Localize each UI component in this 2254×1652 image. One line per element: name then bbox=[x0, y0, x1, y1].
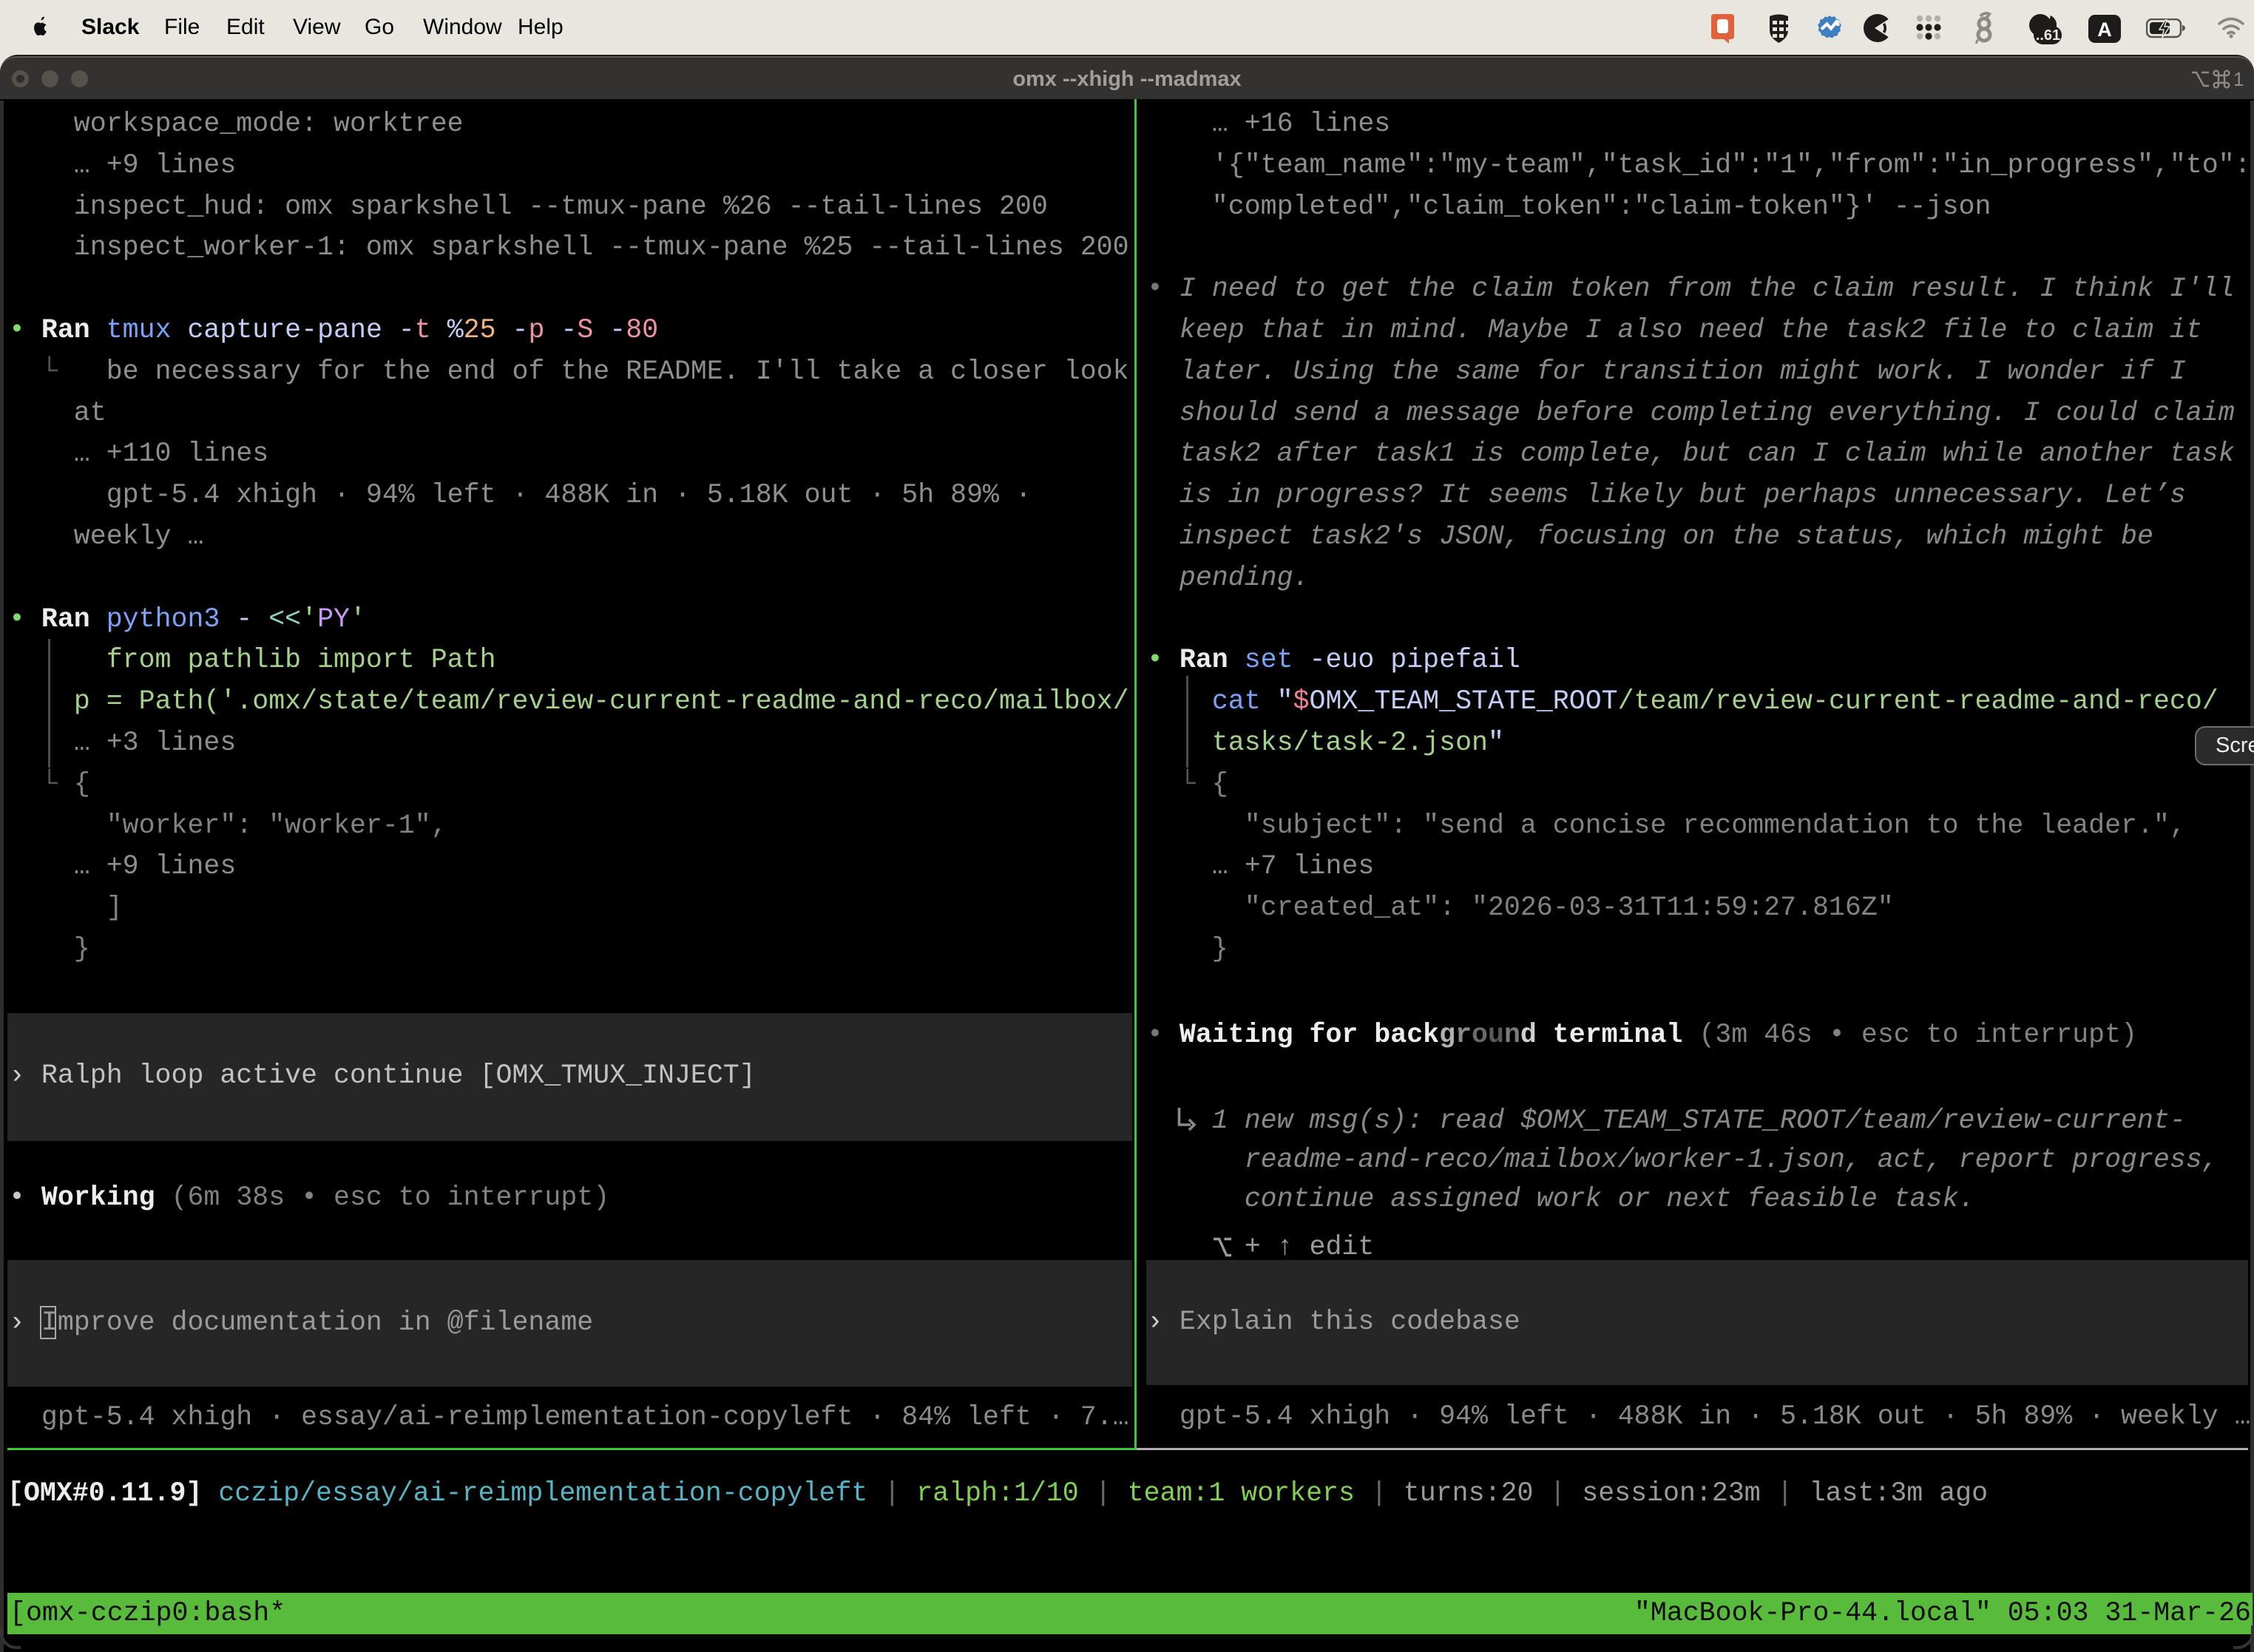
svg-text:..61: ..61 bbox=[2036, 27, 2060, 44]
svg-text:A: A bbox=[2097, 18, 2112, 41]
svg-text:1: 1 bbox=[2233, 69, 2244, 89]
